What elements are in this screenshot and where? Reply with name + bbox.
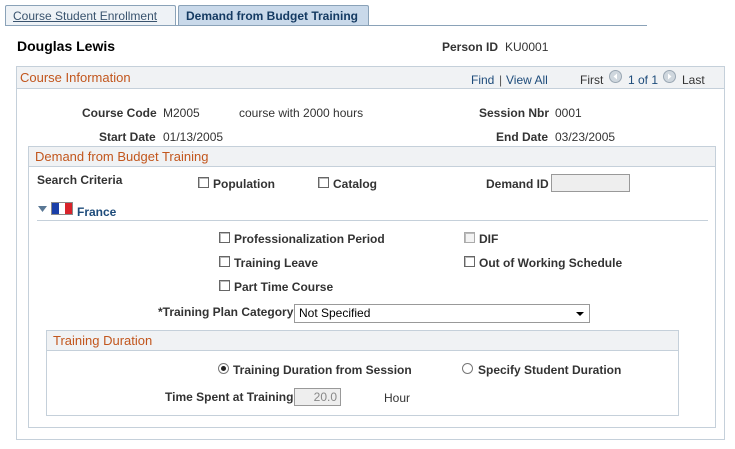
start-date-label: Start Date: [99, 130, 156, 144]
course-code-label: Course Code: [82, 106, 157, 120]
chevron-down-icon: [576, 312, 584, 316]
training-plan-category-select[interactable]: Not Specified: [294, 304, 590, 323]
dif-label: DIF: [479, 232, 499, 246]
population-checkbox[interactable]: [198, 177, 209, 188]
catalog-checkbox[interactable]: [318, 177, 329, 188]
dif-checkbox[interactable]: [464, 232, 475, 243]
professionalization-label: Professionalization Period: [234, 232, 385, 246]
pagination-text: 1 of 1: [628, 73, 659, 87]
professionalization-checkbox[interactable]: [219, 232, 230, 243]
previous-icon[interactable]: [609, 70, 622, 83]
out-of-working-schedule-label: Out of Working Schedule: [479, 256, 623, 270]
end-date-label: End Date: [496, 130, 549, 144]
france-section-label[interactable]: France: [77, 205, 116, 219]
duration-from-session-label: Training Duration from Session: [233, 363, 412, 377]
training-duration-title: Training Duration: [53, 333, 153, 348]
end-date-value: 03/23/2005: [555, 130, 616, 144]
session-nbr-value: 0001: [555, 106, 582, 120]
start-date-value: 01/13/2005: [163, 130, 224, 144]
find-link[interactable]: Find: [471, 73, 494, 87]
tab-demand-from-budget-training[interactable]: Demand from Budget Training: [178, 5, 369, 26]
demand-id-label: Demand ID: [486, 177, 549, 191]
specify-student-duration-label: Specify Student Duration: [478, 363, 622, 377]
first-label: First: [580, 73, 604, 87]
catalog-label: Catalog: [333, 177, 378, 191]
person-id-value: KU0001: [505, 40, 549, 54]
tab-divider: [5, 25, 647, 26]
tab-course-student-enrollment[interactable]: Course Student Enrollment: [5, 5, 176, 26]
course-information-title: Course Information: [20, 70, 131, 85]
course-code-value: M2005: [163, 106, 200, 120]
france-divider: [37, 220, 708, 221]
person-name: Douglas Lewis: [17, 38, 116, 54]
duration-from-session-radio[interactable]: [218, 363, 229, 374]
population-label: Population: [213, 177, 275, 191]
demand-title: Demand from Budget Training: [35, 149, 209, 164]
demand-id-input[interactable]: [551, 174, 630, 192]
training-plan-category-value: Not Specified: [299, 306, 371, 320]
nav-separator: |: [499, 73, 503, 87]
france-flag-icon: [51, 202, 73, 215]
session-nbr-label: Session Nbr: [479, 106, 550, 120]
specify-student-duration-radio[interactable]: [462, 363, 473, 374]
search-criteria-label: Search Criteria: [37, 173, 123, 187]
training-leave-checkbox[interactable]: [219, 256, 230, 267]
time-spent-label: Time Spent at Training: [165, 390, 294, 404]
out-of-working-schedule-checkbox[interactable]: [464, 256, 475, 267]
training-leave-label: Training Leave: [234, 256, 319, 270]
last-label: Last: [682, 73, 705, 87]
collapse-arrow-icon[interactable]: [38, 206, 47, 212]
training-plan-category-label: *Training Plan Category: [158, 305, 294, 319]
part-time-course-label: Part Time Course: [234, 280, 334, 294]
time-spent-input[interactable]: 20.0: [294, 388, 341, 406]
view-all-link[interactable]: View All: [506, 73, 548, 87]
person-id-label: Person ID: [442, 40, 499, 54]
course-description: course with 2000 hours: [239, 106, 364, 120]
time-unit-label: Hour: [384, 391, 411, 405]
next-icon[interactable]: [663, 70, 676, 83]
part-time-course-checkbox[interactable]: [219, 280, 230, 291]
